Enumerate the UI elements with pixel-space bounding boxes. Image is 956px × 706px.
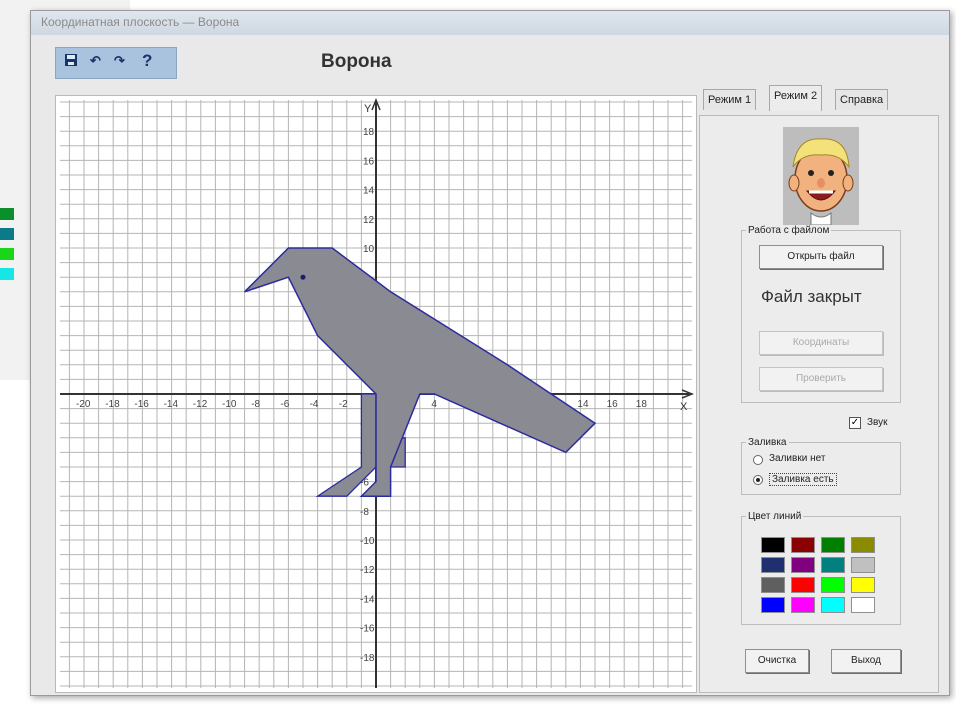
open-file-button[interactable]: Открыть файл xyxy=(759,245,883,269)
background-swatch xyxy=(0,208,14,220)
fill-none-label: Заливки нет xyxy=(769,453,826,464)
fill-on-label: Заливка есть xyxy=(769,473,837,486)
x-tick-label: 18 xyxy=(636,399,648,410)
x-tick-label: -20 xyxy=(76,399,91,410)
avatar xyxy=(783,127,859,226)
y-tick-label: -8 xyxy=(360,507,369,518)
line-color-legend: Цвет линий xyxy=(748,511,802,522)
background-swatch xyxy=(0,228,14,240)
y-tick-label: -10 xyxy=(360,536,375,547)
x-axis-label: X xyxy=(680,401,688,413)
y-tick-label: -12 xyxy=(360,565,375,576)
color-swatch[interactable] xyxy=(821,557,845,573)
clear-button[interactable]: Очистка xyxy=(745,649,809,673)
x-tick-label: -16 xyxy=(134,399,149,410)
fill-group-legend: Заливка xyxy=(748,437,787,448)
toolbar: ↶ ↷ ? xyxy=(55,47,177,79)
x-tick-label: -6 xyxy=(280,399,289,410)
color-swatch[interactable] xyxy=(851,537,875,553)
title-bar: Координатная плоскость — Ворона xyxy=(31,11,949,35)
color-swatch[interactable] xyxy=(821,537,845,553)
y-axis-label: Y xyxy=(364,103,372,115)
color-swatch[interactable] xyxy=(851,577,875,593)
help-icon[interactable]: ? xyxy=(142,51,152,71)
background-swatch xyxy=(0,268,14,280)
check-button[interactable]: Проверить xyxy=(759,367,883,391)
x-tick-label: 14 xyxy=(577,399,589,410)
sound-checkbox[interactable]: ✓ xyxy=(849,417,861,429)
y-tick-label: -18 xyxy=(360,653,375,664)
fill-on-radio[interactable] xyxy=(753,475,763,485)
color-swatch[interactable] xyxy=(761,597,785,613)
x-tick-label: -12 xyxy=(193,399,208,410)
background-swatch xyxy=(0,248,14,260)
x-tick-label: 16 xyxy=(607,399,619,410)
color-swatch[interactable] xyxy=(821,577,845,593)
app-window: Координатная плоскость — Ворона ↶ ↷ ? Во… xyxy=(30,10,950,696)
x-tick-label: 4 xyxy=(431,399,437,410)
y-tick-label: 10 xyxy=(363,244,375,255)
x-tick-label: -4 xyxy=(310,399,319,410)
y-tick-label: 16 xyxy=(363,156,375,167)
x-tick-label: -2 xyxy=(339,399,348,410)
coordinate-plane[interactable]: XY-20-18-16-14-12-10-8-6-4-2024681012141… xyxy=(55,95,697,693)
tab-mode-2[interactable]: Режим 2 xyxy=(769,85,823,111)
color-swatch[interactable] xyxy=(791,577,815,593)
color-swatch[interactable] xyxy=(791,597,815,613)
y-tick-label: 14 xyxy=(363,186,375,197)
y-tick-label: -16 xyxy=(360,624,375,635)
y-tick-label: -14 xyxy=(360,594,375,605)
x-tick-label: -14 xyxy=(164,399,179,410)
undo-icon[interactable]: ↶ xyxy=(90,53,101,69)
color-swatch[interactable] xyxy=(791,537,815,553)
color-swatch[interactable] xyxy=(791,557,815,573)
exit-button[interactable]: Выход xyxy=(831,649,901,673)
tab-mode-1[interactable]: Режим 1 xyxy=(703,89,757,110)
bird-eye xyxy=(300,274,306,280)
color-swatch[interactable] xyxy=(851,597,875,613)
save-icon[interactable] xyxy=(64,53,78,71)
color-swatch[interactable] xyxy=(851,557,875,573)
document-title: Ворона xyxy=(321,51,392,72)
y-tick-label: 18 xyxy=(363,127,375,138)
coordinates-button[interactable]: Координаты xyxy=(759,331,883,355)
x-tick-label: -8 xyxy=(251,399,260,410)
tab-help[interactable]: Справка xyxy=(835,89,889,110)
x-tick-label: -18 xyxy=(105,399,120,410)
window-title: Координатная плоскость — Ворона xyxy=(41,15,240,29)
redo-icon[interactable]: ↷ xyxy=(114,53,125,69)
file-group-legend: Работа с файлом xyxy=(748,225,830,236)
x-tick-label: -10 xyxy=(222,399,237,410)
color-swatch[interactable] xyxy=(761,577,785,593)
color-swatch[interactable] xyxy=(761,537,785,553)
fill-group: Заливка xyxy=(741,437,901,495)
y-tick-label: 12 xyxy=(363,215,375,226)
coordinate-plane-svg[interactable]: XY-20-18-16-14-12-10-8-6-4-2024681012141… xyxy=(56,96,696,692)
color-swatch[interactable] xyxy=(821,597,845,613)
sound-label: Звук xyxy=(867,417,888,428)
fill-none-radio[interactable] xyxy=(753,455,763,465)
color-swatch[interactable] xyxy=(761,557,785,573)
file-status: Файл закрыт xyxy=(761,287,862,306)
